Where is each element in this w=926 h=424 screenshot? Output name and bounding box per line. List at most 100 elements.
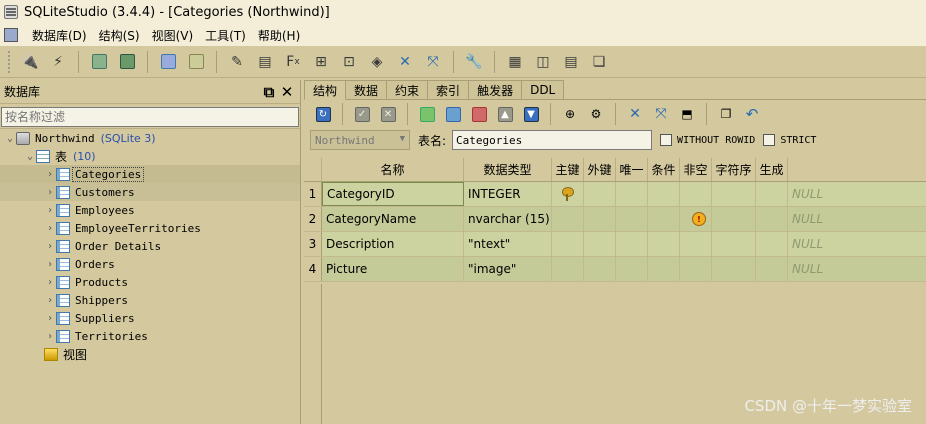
rollback-icon[interactable]: ✕ bbox=[377, 103, 399, 125]
cell-pk[interactable] bbox=[552, 182, 584, 206]
tab-indexes[interactable]: 索引 bbox=[427, 80, 470, 99]
cell-fk[interactable] bbox=[584, 182, 616, 206]
cell-unique[interactable] bbox=[616, 232, 648, 256]
cell-unique[interactable] bbox=[616, 207, 648, 231]
edit-column-icon[interactable] bbox=[442, 103, 464, 125]
tree-item-table[interactable]: › Employees bbox=[0, 201, 300, 219]
cell-unique[interactable] bbox=[616, 182, 648, 206]
cell-generated[interactable] bbox=[756, 182, 788, 206]
chevron-right-icon[interactable]: › bbox=[44, 313, 56, 324]
tab-structure[interactable]: 结构 bbox=[304, 80, 347, 100]
open-editor-icon[interactable]: ▤ bbox=[253, 50, 277, 74]
cell-pk[interactable] bbox=[552, 232, 584, 256]
undo-icon[interactable]: ↶ bbox=[741, 103, 763, 125]
checkbox-box[interactable] bbox=[763, 134, 776, 146]
sql-editor-icon[interactable]: ✎ bbox=[225, 50, 249, 74]
menu-help[interactable]: 帮助(H) bbox=[252, 27, 306, 44]
cell-default[interactable]: NULL bbox=[788, 207, 926, 231]
tree-item-views[interactable]: 视图 bbox=[0, 345, 300, 363]
menu-tools[interactable]: 工具(T) bbox=[199, 27, 252, 44]
column-header-default[interactable] bbox=[788, 158, 926, 181]
settings-icon[interactable]: 🔧 bbox=[462, 50, 486, 74]
cell-type[interactable]: "image" bbox=[464, 257, 552, 281]
import-table-icon[interactable]: ✕ bbox=[624, 103, 646, 125]
toolbar-grip[interactable] bbox=[8, 50, 12, 73]
tree-item-table[interactable]: › Customers bbox=[0, 183, 300, 201]
tree-item-table[interactable]: › Products bbox=[0, 273, 300, 291]
export-icon[interactable]: ⤧ bbox=[421, 50, 445, 74]
tile-windows-icon[interactable]: ▦ bbox=[503, 50, 527, 74]
cell-type[interactable]: nvarchar (15) bbox=[464, 207, 552, 231]
cell-fk[interactable] bbox=[584, 257, 616, 281]
commit-icon[interactable]: ✓ bbox=[351, 103, 373, 125]
edit-db-icon[interactable] bbox=[115, 50, 139, 74]
tree-item-table[interactable]: › Suppliers bbox=[0, 309, 300, 327]
table-name-input[interactable] bbox=[452, 130, 653, 150]
chevron-right-icon[interactable]: › bbox=[44, 187, 56, 198]
column-header-collate[interactable]: 字符序 bbox=[712, 158, 756, 181]
export-table-icon[interactable]: ⤧ bbox=[650, 103, 672, 125]
tile-horizontal-icon[interactable]: ▤ bbox=[559, 50, 583, 74]
function-editor-icon[interactable]: Fx bbox=[281, 50, 305, 74]
cell-notnull[interactable] bbox=[680, 232, 712, 256]
cell-name[interactable]: Picture bbox=[322, 257, 464, 281]
new-table-icon[interactable] bbox=[156, 50, 180, 74]
move-down-icon[interactable]: ▼ bbox=[520, 103, 542, 125]
cell-fk[interactable] bbox=[584, 207, 616, 231]
cell-fk[interactable] bbox=[584, 232, 616, 256]
table-row[interactable]: 1 CategoryID INTEGER NULL bbox=[304, 182, 926, 207]
delete-column-icon[interactable] bbox=[468, 103, 490, 125]
without-rowid-checkbox[interactable]: WITHOUT ROWID bbox=[660, 134, 755, 146]
column-header-type[interactable]: 数据类型 bbox=[464, 158, 552, 181]
cell-collate[interactable] bbox=[712, 232, 756, 256]
cell-collate[interactable] bbox=[712, 182, 756, 206]
chevron-right-icon[interactable]: › bbox=[44, 331, 56, 342]
cell-pk[interactable] bbox=[552, 207, 584, 231]
cell-check[interactable] bbox=[648, 232, 680, 256]
tab-triggers[interactable]: 触发器 bbox=[468, 80, 523, 99]
menu-database[interactable]: 数据库(D) bbox=[26, 27, 93, 44]
cell-pk[interactable] bbox=[552, 257, 584, 281]
cell-generated[interactable] bbox=[756, 207, 788, 231]
tree-item-table[interactable]: › Order Details bbox=[0, 237, 300, 255]
cell-check[interactable] bbox=[648, 182, 680, 206]
close-panel-icon[interactable]: ✕ bbox=[278, 83, 296, 101]
new-view-icon[interactable] bbox=[184, 50, 208, 74]
chevron-right-icon[interactable]: › bbox=[44, 169, 56, 180]
float-panel-icon[interactable]: ⧉ bbox=[260, 83, 278, 101]
cell-notnull[interactable] bbox=[680, 257, 712, 281]
table-row[interactable]: 4 Picture "image" NULL bbox=[304, 257, 926, 282]
import-icon[interactable]: ✕ bbox=[393, 50, 417, 74]
cell-check[interactable] bbox=[648, 207, 680, 231]
cell-collate[interactable] bbox=[712, 257, 756, 281]
chevron-right-icon[interactable]: › bbox=[44, 205, 56, 216]
table-row[interactable]: 2 CategoryName nvarchar (15) ! NULL bbox=[304, 207, 926, 232]
add-index-icon[interactable]: ⊕ bbox=[559, 103, 581, 125]
checkbox-box[interactable] bbox=[660, 134, 673, 146]
chevron-right-icon[interactable]: › bbox=[44, 259, 56, 270]
cell-generated[interactable] bbox=[756, 232, 788, 256]
cell-type[interactable]: "ntext" bbox=[464, 232, 552, 256]
cell-default[interactable]: NULL bbox=[788, 182, 926, 206]
package-icon[interactable]: ◈ bbox=[365, 50, 389, 74]
column-header-notnull[interactable]: 非空 bbox=[680, 158, 712, 181]
add-db-icon[interactable] bbox=[87, 50, 111, 74]
filter-input[interactable] bbox=[1, 107, 299, 127]
disconnect-db-icon[interactable]: ⚡ bbox=[46, 50, 70, 74]
extension-manager-icon[interactable]: ⊡ bbox=[337, 50, 361, 74]
populate-table-icon[interactable]: ⬒ bbox=[676, 103, 698, 125]
copy-table-icon[interactable]: ❐ bbox=[715, 103, 737, 125]
tree-item-table[interactable]: › EmployeeTerritories bbox=[0, 219, 300, 237]
cell-collate[interactable] bbox=[712, 207, 756, 231]
tab-constraints[interactable]: 约束 bbox=[386, 80, 429, 99]
cell-notnull[interactable]: ! bbox=[680, 207, 712, 231]
cell-check[interactable] bbox=[648, 257, 680, 281]
tree-item-database[interactable]: ⌄ Northwind (SQLite 3) bbox=[0, 129, 300, 147]
tile-vertical-icon[interactable]: ◫ bbox=[531, 50, 555, 74]
refresh-icon[interactable]: ↻ bbox=[312, 103, 334, 125]
tree-item-table[interactable]: › Orders bbox=[0, 255, 300, 273]
cell-generated[interactable] bbox=[756, 257, 788, 281]
column-header-name[interactable]: 名称 bbox=[322, 158, 464, 181]
cell-default[interactable]: NULL bbox=[788, 257, 926, 281]
cell-name[interactable]: CategoryName bbox=[322, 207, 464, 231]
